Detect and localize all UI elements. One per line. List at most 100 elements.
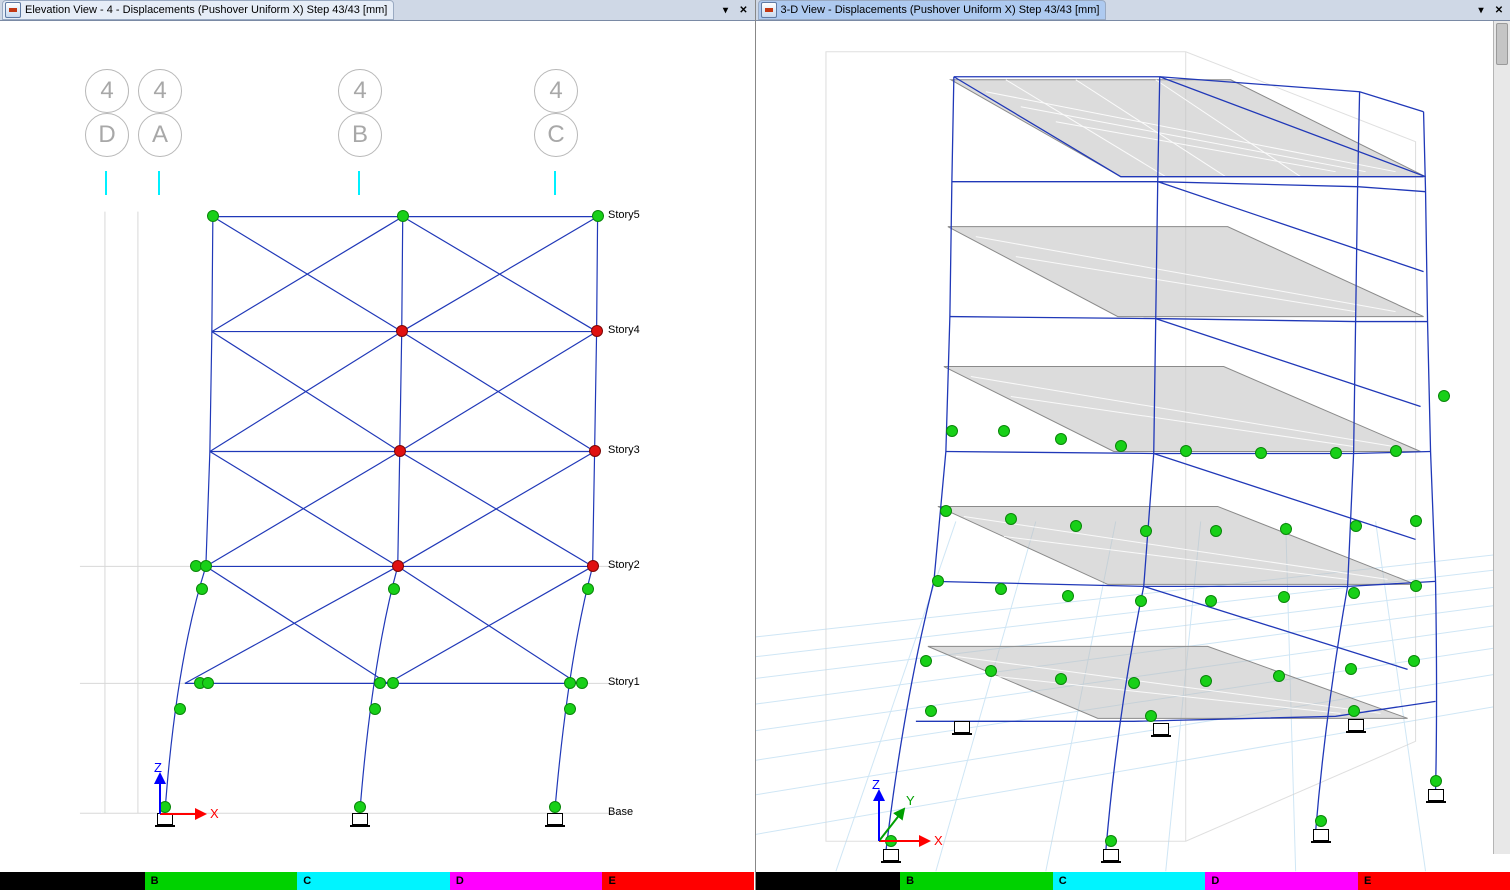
tab-3d-view[interactable]: 3-D View - Displacements (Pushover Unifo… (758, 0, 1107, 20)
tab-close-left[interactable]: ✕ (737, 3, 751, 17)
axis-x-label: X (210, 806, 219, 821)
hinge-green (1070, 520, 1082, 532)
legend-item-C-r: C (1053, 872, 1206, 890)
three-d-view-icon (761, 2, 777, 18)
grid-bubble-4d-top: 4 (85, 69, 129, 113)
hinge-green (592, 210, 604, 222)
grid-tick (105, 171, 107, 195)
grid-bubble-4a-top: 4 (138, 69, 182, 113)
hinge-green (995, 583, 1007, 595)
hinge-green (582, 583, 594, 595)
grid-bubble-4b-top: 4 (338, 69, 382, 113)
hinge-green (576, 677, 588, 689)
hinge-green (1350, 520, 1362, 532)
vertical-scrollbar[interactable] (1493, 21, 1510, 854)
hinge-green (1145, 710, 1157, 722)
hinge-green (1062, 590, 1074, 602)
svg-text:Z: Z (872, 777, 880, 792)
hinge-green (1210, 525, 1222, 537)
legend-item-blank-r (756, 872, 901, 890)
svg-text:X: X (934, 833, 943, 848)
left-viewport[interactable]: 4 4 4 4 D A B C Story5 Story4 Story3 Sto… (0, 21, 755, 872)
right-pane: 3-D View - Displacements (Pushover Unifo… (756, 0, 1510, 890)
hinge-green (1205, 595, 1217, 607)
legend-item-blank (0, 872, 145, 890)
hinge-green (1408, 655, 1420, 667)
hinge-green (174, 703, 186, 715)
hinge-green (1255, 447, 1267, 459)
hinge-green (1128, 677, 1140, 689)
story-label-1: Story1 (608, 676, 640, 688)
legend-right: B C D E (756, 872, 1510, 890)
left-pane: Elevation View - 4 - Displacements (Push… (0, 0, 756, 890)
svg-text:Y: Y (906, 793, 915, 808)
story-label-base: Base (608, 806, 633, 818)
hinge-green (1200, 675, 1212, 687)
fixed-support-icon (352, 813, 368, 825)
hinge-green (1055, 673, 1067, 685)
hinge-red (392, 560, 404, 572)
hinge-green (1410, 580, 1422, 592)
grid-bubble-D: D (85, 113, 129, 157)
left-tab-bar: Elevation View - 4 - Displacements (Push… (0, 0, 755, 21)
axis-triad-xz: X Z (150, 766, 230, 826)
tab-elevation-title: Elevation View - 4 - Displacements (Push… (25, 4, 387, 16)
fixed-support-icon (1313, 829, 1329, 841)
grid-tick (554, 171, 556, 195)
hinge-green (196, 583, 208, 595)
hinge-green (207, 210, 219, 222)
tab-3d-title: 3-D View - Displacements (Pushover Unifo… (781, 4, 1100, 16)
legend-item-E-r: E (1358, 872, 1510, 890)
hinge-green (940, 505, 952, 517)
hinge-green (1348, 705, 1360, 717)
tab-dropdown-right[interactable]: ▾ (1474, 3, 1488, 17)
legend-item-E: E (602, 872, 754, 890)
hinge-green (1330, 447, 1342, 459)
tab-elevation-view[interactable]: Elevation View - 4 - Displacements (Push… (2, 0, 394, 20)
hinge-green (1055, 433, 1067, 445)
scrollbar-thumb[interactable] (1496, 23, 1508, 65)
story-label-3: Story3 (608, 444, 640, 456)
hinge-green (202, 677, 214, 689)
legend-item-B: B (145, 872, 298, 890)
hinge-green (1180, 445, 1192, 457)
tab-dropdown-left[interactable]: ▾ (719, 3, 733, 17)
hinge-green (200, 560, 212, 572)
hinge-green (1410, 515, 1422, 527)
hinge-red (394, 445, 406, 457)
grid-bubble-C: C (534, 113, 578, 157)
hinge-green (549, 801, 561, 813)
right-viewport[interactable]: X Y Z (756, 21, 1510, 872)
fixed-support-icon (1103, 849, 1119, 861)
hinge-green (1105, 835, 1117, 847)
hinge-green (1278, 591, 1290, 603)
hinge-green (998, 425, 1010, 437)
hinge-green (1115, 440, 1127, 452)
hinge-green (1280, 523, 1292, 535)
hinge-green (1273, 670, 1285, 682)
grid-bubble-A: A (138, 113, 182, 157)
hinge-green (1348, 587, 1360, 599)
legend-item-C: C (297, 872, 450, 890)
hinge-green (1438, 390, 1450, 402)
hinge-green (397, 210, 409, 222)
hinge-green (374, 677, 386, 689)
hinge-green (920, 655, 932, 667)
fixed-support-icon (954, 721, 970, 733)
hinge-green (932, 575, 944, 587)
right-tab-bar: 3-D View - Displacements (Pushover Unifo… (756, 0, 1510, 21)
hinge-green (946, 425, 958, 437)
story-label-4: Story4 (608, 324, 640, 336)
story-label-2: Story2 (608, 559, 640, 571)
hinge-green (1345, 663, 1357, 675)
hinge-green (1315, 815, 1327, 827)
grid-bubble-4c-top: 4 (534, 69, 578, 113)
hinge-green (1390, 445, 1402, 457)
axis-triad-xyz: X Y Z (864, 779, 944, 839)
legend-left: B C D E (0, 872, 755, 890)
fixed-support-icon (1153, 723, 1169, 735)
hinge-green (388, 583, 400, 595)
tab-close-right[interactable]: ✕ (1492, 3, 1506, 17)
fixed-support-icon (547, 813, 563, 825)
slab (950, 80, 1425, 177)
